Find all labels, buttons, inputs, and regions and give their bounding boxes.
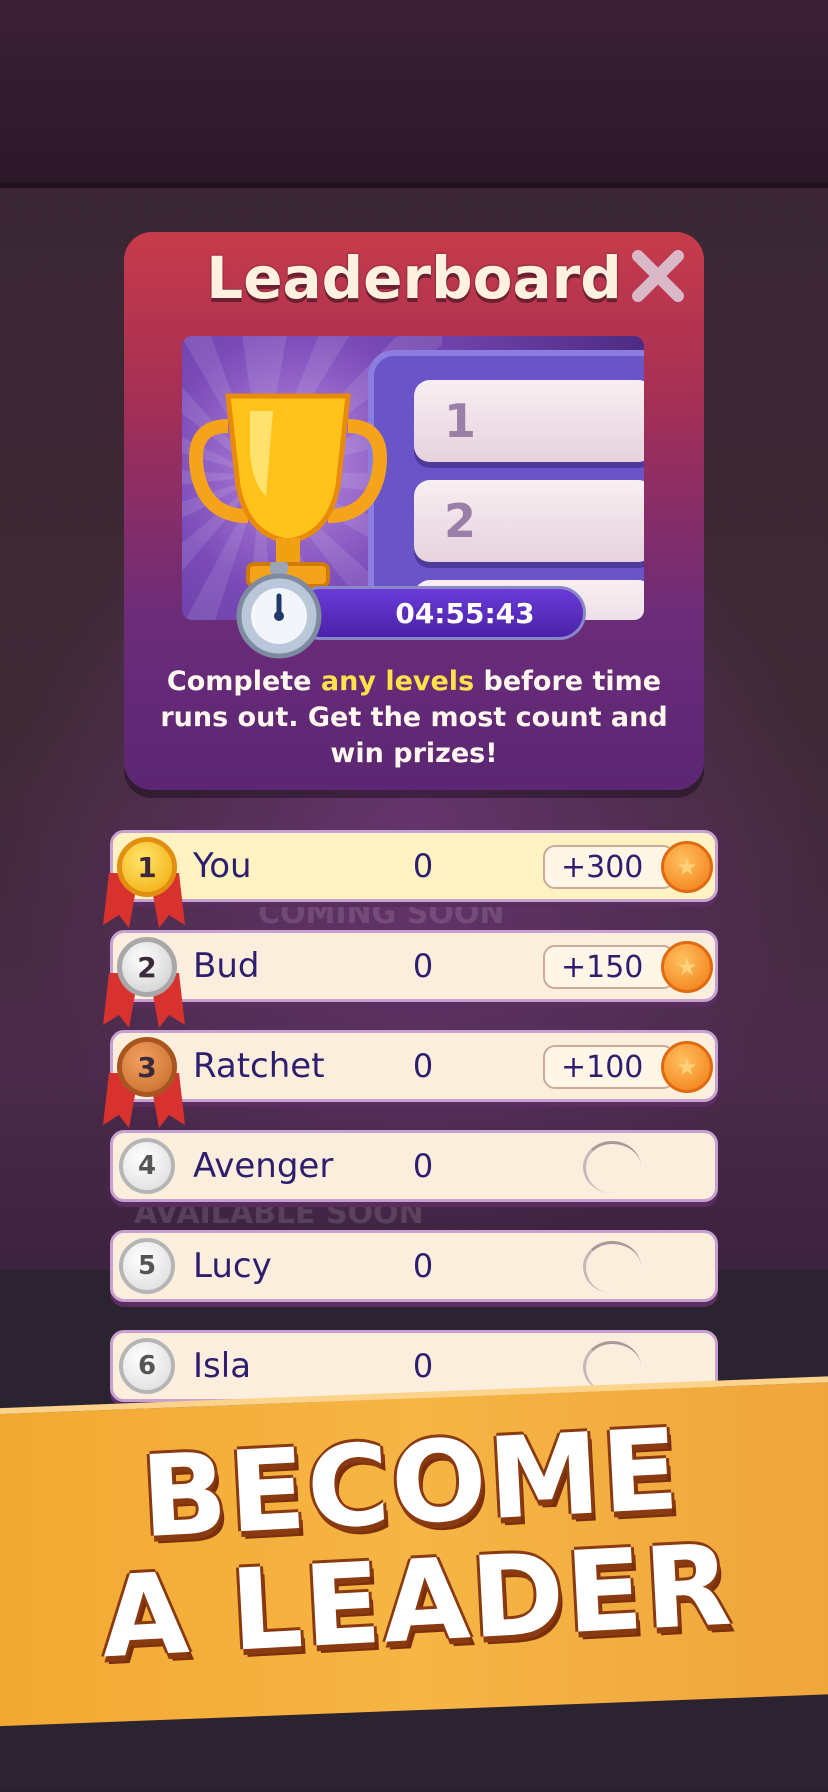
empty-prize-slot	[583, 1141, 641, 1193]
coin-icon: ★	[661, 941, 713, 993]
rank-slot: 2	[414, 480, 644, 562]
leaderboard-panel: Leaderboard 1 2 04:55:43 Complete any le…	[124, 232, 704, 790]
promo-headline: BECOME A LEADER	[98, 1405, 737, 1684]
coin-icon: ★	[661, 1041, 713, 1093]
coin-icon: ★	[661, 841, 713, 893]
player-name: Avenger	[193, 1146, 334, 1186]
player-score: 0	[412, 947, 434, 985]
player-score: 0	[412, 847, 434, 885]
leaderboard-row-4: 4 Avenger 0	[110, 1130, 718, 1202]
leaderboard-row-3: 3 Ratchet 0 +100 ★	[103, 1030, 718, 1128]
empty-prize-slot	[583, 1241, 641, 1293]
player-score: 0	[412, 1147, 434, 1185]
player-score: 0	[412, 1347, 434, 1385]
stopwatch-icon	[236, 562, 322, 659]
player-name: Isla	[193, 1346, 252, 1386]
player-name: Ratchet	[193, 1046, 325, 1086]
leaderboard-row-5: 5 Lucy 0	[110, 1230, 718, 1302]
player-name: Lucy	[193, 1246, 272, 1286]
close-button[interactable]	[622, 240, 694, 312]
rank-badge: 6	[119, 1338, 175, 1394]
countdown-timer: 04:55:43	[234, 562, 594, 659]
player-name: You	[193, 846, 252, 886]
prize-amount: +100	[543, 1045, 675, 1089]
leaderboard-row-1: 1 You 0 +300 ★	[103, 830, 718, 928]
rank-badge: 5	[119, 1238, 175, 1294]
timer-value: 04:55:43	[294, 586, 586, 640]
panel-title: Leaderboard	[206, 244, 622, 312]
leaderboard-row-2: 2 Bud 0 +150 ★	[103, 930, 718, 1028]
close-icon	[632, 250, 684, 302]
rank-slot: 1	[414, 380, 644, 462]
player-score: 0	[412, 1247, 434, 1285]
rank-badge: 4	[119, 1138, 175, 1194]
prize-amount: +150	[543, 945, 675, 989]
leaderboard-description: Complete any levels before time runs out…	[160, 666, 668, 769]
bronze-medal-icon: 3	[117, 1037, 177, 1097]
prize-amount: +300	[543, 845, 675, 889]
player-name: Bud	[193, 946, 260, 986]
player-score: 0	[412, 1047, 434, 1085]
silver-medal-icon: 2	[117, 937, 177, 997]
gold-medal-icon: 1	[117, 837, 177, 897]
top-bar	[0, 0, 828, 188]
